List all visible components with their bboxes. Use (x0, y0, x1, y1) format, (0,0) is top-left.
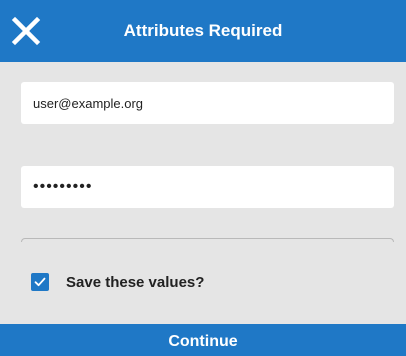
password-field[interactable] (21, 166, 394, 208)
save-values-option[interactable]: Save these values? (31, 270, 204, 294)
save-values-label: Save these values? (66, 273, 205, 291)
divider (21, 238, 394, 242)
dialog-title: Attributes Required (123, 21, 283, 40)
dialog-header: Attributes Required (0, 0, 406, 62)
continue-button[interactable]: Continue (0, 324, 406, 356)
email-field[interactable] (21, 82, 394, 124)
attributes-dialog: Attributes Required Save these values? C… (0, 0, 406, 356)
checkmark-icon (34, 277, 46, 287)
save-values-checkbox[interactable] (31, 273, 49, 291)
